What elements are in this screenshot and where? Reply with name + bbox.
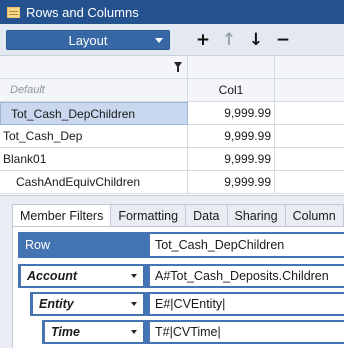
- arrow-down-icon[interactable]: ↓: [246, 29, 266, 51]
- title-bar: Rows and Columns: [0, 0, 344, 24]
- row-value[interactable]: 9,999.99: [188, 125, 275, 148]
- entity-dropdown[interactable]: Entity: [33, 294, 143, 314]
- row-name-field[interactable]: Tot_Cash_DepChildren: [150, 234, 344, 256]
- row-label[interactable]: Blank01: [0, 148, 188, 171]
- tab-formatting[interactable]: Formatting: [110, 204, 187, 226]
- toolbar: Layout + ↑ ↓ −: [0, 24, 344, 56]
- time-filter-row: Time T#|CVTime|: [42, 320, 344, 344]
- default-label: Default: [0, 79, 188, 102]
- entity-field[interactable]: E#|CVEntity|: [150, 294, 344, 314]
- row-label: Row: [25, 238, 51, 252]
- column-header-col1[interactable]: Col1: [188, 79, 275, 102]
- minus-icon[interactable]: −: [273, 29, 293, 51]
- table-icon: [7, 6, 20, 18]
- filter-cell[interactable]: [188, 56, 275, 79]
- row-label[interactable]: Tot_Cash_Dep: [0, 125, 188, 148]
- member-filters-content: Row Tot_Cash_DepChildren Account A#Tot_C…: [12, 226, 344, 348]
- row-value[interactable]: 9,999.99: [188, 171, 275, 194]
- entity-filter-row: Entity E#|CVEntity|: [30, 292, 344, 316]
- filter-cell[interactable]: [0, 56, 188, 79]
- table-row[interactable]: CashAndEquivChildren 9,999.99: [0, 171, 344, 194]
- account-field[interactable]: A#Tot_Cash_Deposits.Children: [150, 266, 344, 286]
- tab-column[interactable]: Column: [284, 204, 344, 226]
- row-label[interactable]: CashAndEquivChildren: [0, 171, 188, 194]
- tab-sharing[interactable]: Sharing: [226, 204, 286, 226]
- row-label[interactable]: Tot_Cash_DepChildren: [0, 102, 188, 125]
- layout-label: Layout: [68, 32, 108, 48]
- rows-grid: Default Col1 Tot_Cash_DepChildren 9,999.…: [0, 56, 344, 196]
- filter-icon[interactable]: [174, 62, 182, 72]
- plus-icon[interactable]: +: [193, 29, 213, 51]
- chevron-down-icon: [155, 38, 163, 43]
- properties-panel: Member Filters Formatting Data Sharing C…: [0, 196, 344, 348]
- tab-strip: Member Filters Formatting Data Sharing C…: [12, 204, 344, 226]
- time-dropdown[interactable]: Time: [45, 322, 143, 342]
- time-field[interactable]: T#|CVTime|: [150, 322, 344, 342]
- chevron-down-icon: [131, 274, 137, 278]
- chevron-down-icon: [131, 302, 137, 306]
- window-title: Rows and Columns: [26, 4, 139, 20]
- table-row[interactable]: Blank01 9,999.99: [0, 148, 344, 171]
- table-row[interactable]: Tot_Cash_DepChildren 9,999.99: [0, 102, 344, 125]
- layout-dropdown-button[interactable]: Layout: [6, 30, 170, 50]
- row-value[interactable]: 9,999.99: [188, 148, 275, 171]
- row-name-bar: Row Tot_Cash_DepChildren: [18, 232, 344, 258]
- filter-row: [0, 56, 344, 79]
- header-row: Default Col1: [0, 79, 344, 102]
- arrow-up-icon[interactable]: ↑: [219, 29, 239, 51]
- chevron-down-icon: [131, 330, 137, 334]
- account-dropdown[interactable]: Account: [21, 266, 143, 286]
- tab-member-filters[interactable]: Member Filters: [12, 204, 112, 226]
- table-row[interactable]: Tot_Cash_Dep 9,999.99: [0, 125, 344, 148]
- account-filter-row: Account A#Tot_Cash_Deposits.Children: [18, 264, 344, 288]
- row-value[interactable]: 9,999.99: [188, 102, 275, 125]
- tab-data[interactable]: Data: [185, 204, 228, 226]
